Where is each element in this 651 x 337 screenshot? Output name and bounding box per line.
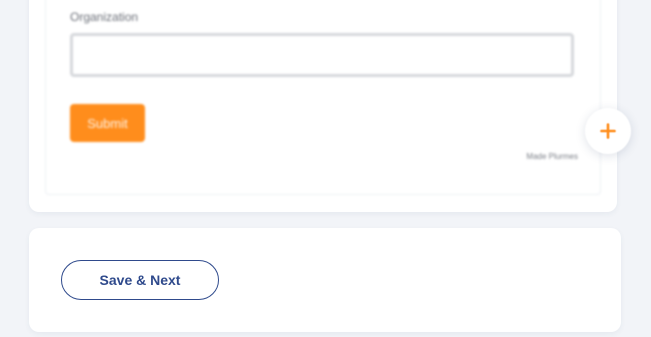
submit-button[interactable]: Submit — [70, 104, 145, 142]
form-preview-card: Organization Submit Made Plurmes — [29, 0, 617, 212]
form-preview: Organization Submit Made Plurmes — [45, 0, 601, 195]
organization-input[interactable] — [70, 33, 574, 77]
plus-icon — [600, 123, 616, 139]
organization-label: Organization — [70, 10, 139, 24]
save-and-next-button[interactable]: Save & Next — [61, 260, 219, 300]
add-field-button[interactable] — [585, 108, 631, 154]
form-branding-text: Made Plurmes — [526, 152, 578, 161]
action-card: Save & Next — [29, 228, 621, 332]
